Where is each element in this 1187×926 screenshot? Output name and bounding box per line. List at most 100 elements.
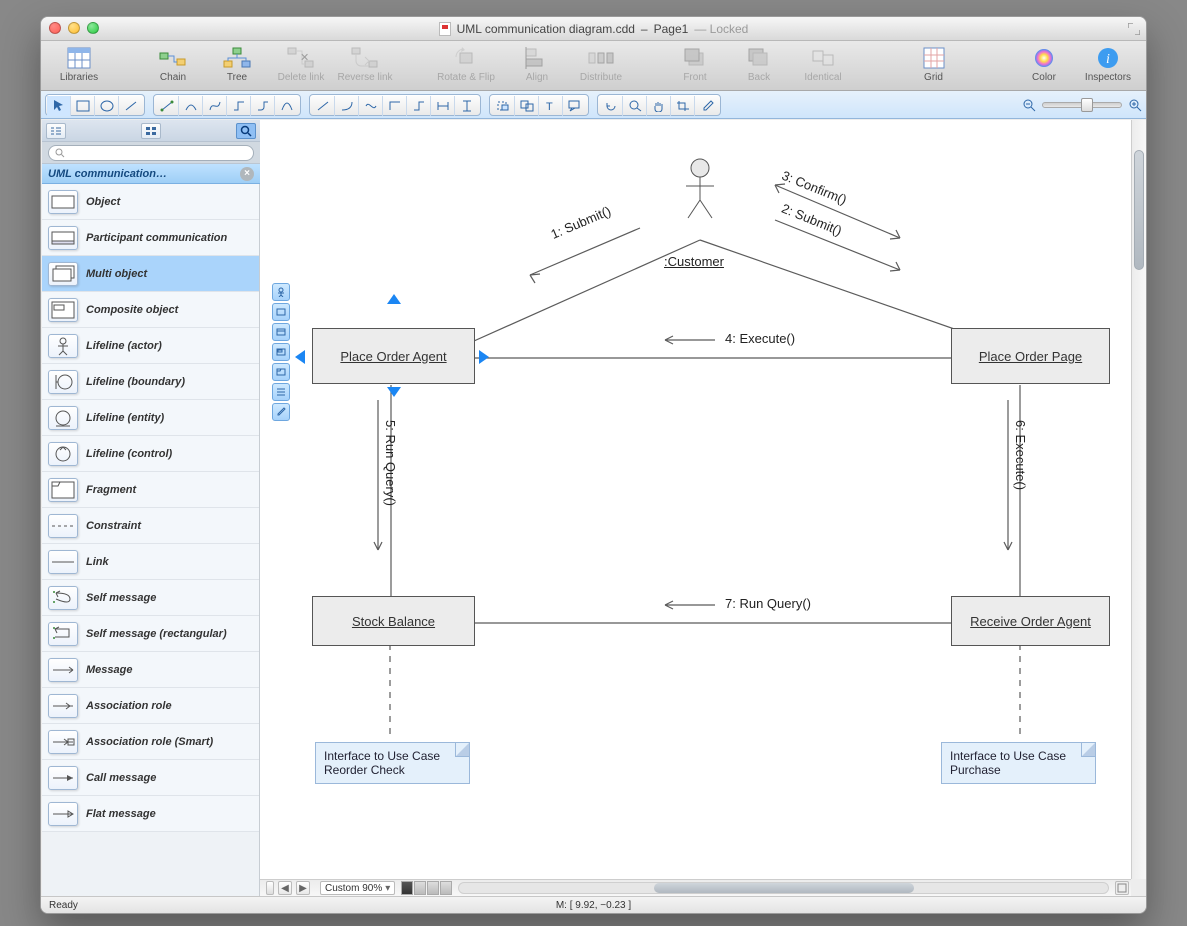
shape-item[interactable]: Association role [42, 688, 259, 724]
node-stock-balance[interactable]: Stock Balance [312, 596, 475, 646]
node-place-order-agent[interactable]: Place Order Agent [312, 328, 475, 384]
shape-item[interactable]: Lifeline (entity) [42, 400, 259, 436]
library-view-tree[interactable] [46, 123, 66, 139]
eyedropper-tool[interactable] [695, 96, 719, 116]
page-tab-active[interactable] [401, 881, 413, 895]
hand-tool[interactable] [647, 96, 671, 116]
shape-item[interactable]: Participant communication [42, 220, 259, 256]
toolbar-chain[interactable]: Chain [141, 44, 205, 90]
text-tool[interactable]: T [539, 96, 563, 116]
line-tool[interactable] [119, 96, 143, 116]
actor-customer[interactable] [684, 158, 716, 228]
page-tab[interactable] [427, 881, 439, 895]
minimize-window-button[interactable] [68, 22, 80, 34]
zoom-slider[interactable] [1042, 102, 1122, 108]
line-diag[interactable] [311, 96, 335, 116]
close-window-button[interactable] [49, 22, 61, 34]
node-receive-order-agent[interactable]: Receive Order Agent [951, 596, 1110, 646]
line-angle[interactable] [383, 96, 407, 116]
toolbar-color[interactable]: Color [1012, 44, 1076, 90]
library-view-grid[interactable] [141, 123, 161, 139]
stamp-tool[interactable] [491, 96, 515, 116]
library-title-row[interactable]: UML communication… × [42, 164, 260, 184]
crop-tool[interactable] [671, 96, 695, 116]
library-search-input[interactable] [48, 145, 254, 161]
library-search-toggle[interactable] [236, 123, 256, 139]
connector-round[interactable] [251, 96, 275, 116]
shape-label: Lifeline (actor) [86, 340, 162, 352]
zoom-tool[interactable] [623, 96, 647, 116]
page-fit-button[interactable] [1115, 881, 1129, 895]
page-nav-gutter[interactable] [266, 881, 274, 895]
page-prev-button[interactable]: ◀ [278, 881, 292, 895]
shape-thumb-icon [48, 730, 78, 754]
shape-item[interactable]: Link [42, 544, 259, 580]
shape-label: Participant communication [86, 232, 227, 244]
shape-item[interactable]: Call message [42, 760, 259, 796]
note-purchase[interactable]: Interface to Use Case Purchase [941, 742, 1096, 784]
zoom-window-button[interactable] [87, 22, 99, 34]
page-tab[interactable] [414, 881, 426, 895]
clone-tool[interactable] [515, 96, 539, 116]
callout-tool[interactable] [563, 96, 587, 116]
shape-item[interactable]: Lifeline (boundary) [42, 364, 259, 400]
vertical-scrollbar[interactable] [1131, 120, 1146, 879]
shape-item[interactable]: Object [42, 184, 259, 220]
zoom-out-icon[interactable] [1022, 98, 1036, 112]
shape-item[interactable]: Lifeline (control) [42, 436, 259, 472]
shape-thumb-icon [48, 478, 78, 502]
shape-label: Association role (Smart) [86, 736, 213, 748]
title-page: Page1 [654, 22, 689, 36]
shape-label: Fragment [86, 484, 136, 496]
zoom-in-icon[interactable] [1128, 98, 1142, 112]
shape-thumb-icon [48, 442, 78, 466]
library-title: UML communication… [48, 168, 167, 180]
connector-smart[interactable] [227, 96, 251, 116]
document-title: UML communication diagram.cdd – Page1 — … [439, 22, 749, 36]
horizontal-scrollbar[interactable] [458, 882, 1109, 894]
connector-spline[interactable] [275, 96, 299, 116]
dimension-v[interactable] [455, 96, 479, 116]
horizontal-scroll-thumb[interactable] [654, 883, 914, 893]
connector-bezier[interactable] [203, 96, 227, 116]
zoom-dropdown[interactable]: Custom 90%▾ [320, 881, 395, 895]
shape-item[interactable]: Flat message [42, 796, 259, 832]
page-tab[interactable] [440, 881, 452, 895]
canvas[interactable]: :Customer Place Order Agent Place Order … [260, 120, 1131, 879]
tool-strip: T [41, 91, 1146, 119]
line-s[interactable] [359, 96, 383, 116]
shape-item[interactable]: Lifeline (actor) [42, 328, 259, 364]
shape-item[interactable]: Fragment [42, 472, 259, 508]
toolbar-libraries[interactable]: Libraries [47, 44, 111, 90]
rectangle-tool[interactable] [71, 96, 95, 116]
inspectors-icon: i [1097, 44, 1119, 72]
shape-label: Lifeline (boundary) [86, 376, 185, 388]
connector-direct[interactable] [155, 96, 179, 116]
toolbar-inspectors[interactable]: i Inspectors [1076, 44, 1140, 90]
rotate-tool[interactable] [599, 96, 623, 116]
vertical-scroll-thumb[interactable] [1134, 150, 1144, 270]
shape-item[interactable]: Association role (Smart) [42, 724, 259, 760]
note-reorder-check[interactable]: Interface to Use Case Reorder Check [315, 742, 470, 784]
fullscreen-icon[interactable] [1128, 23, 1140, 35]
shape-item[interactable]: Composite object [42, 292, 259, 328]
shape-library-list[interactable]: Object Participant communication Multi obj… [42, 184, 260, 896]
toolbar-grid[interactable]: Grid [902, 44, 966, 90]
connector-arc[interactable] [179, 96, 203, 116]
shape-item[interactable]: Constraint [42, 508, 259, 544]
toolbar-tree[interactable]: Tree [205, 44, 269, 90]
shape-item[interactable]: Message [42, 652, 259, 688]
shape-item[interactable]: Multi object [42, 256, 259, 292]
shape-item[interactable]: Self message (rectangular) [42, 616, 259, 652]
pointer-tool[interactable] [47, 96, 71, 116]
zoom-slider-thumb[interactable] [1081, 98, 1093, 112]
msg-4-execute: 4: Execute() [725, 331, 795, 346]
library-close-icon[interactable]: × [240, 167, 254, 181]
page-next-button[interactable]: ▶ [296, 881, 310, 895]
line-curve[interactable] [335, 96, 359, 116]
dimension-h[interactable] [431, 96, 455, 116]
shape-item[interactable]: Self message [42, 580, 259, 616]
node-place-order-page[interactable]: Place Order Page [951, 328, 1110, 384]
ellipse-tool[interactable] [95, 96, 119, 116]
line-step[interactable] [407, 96, 431, 116]
